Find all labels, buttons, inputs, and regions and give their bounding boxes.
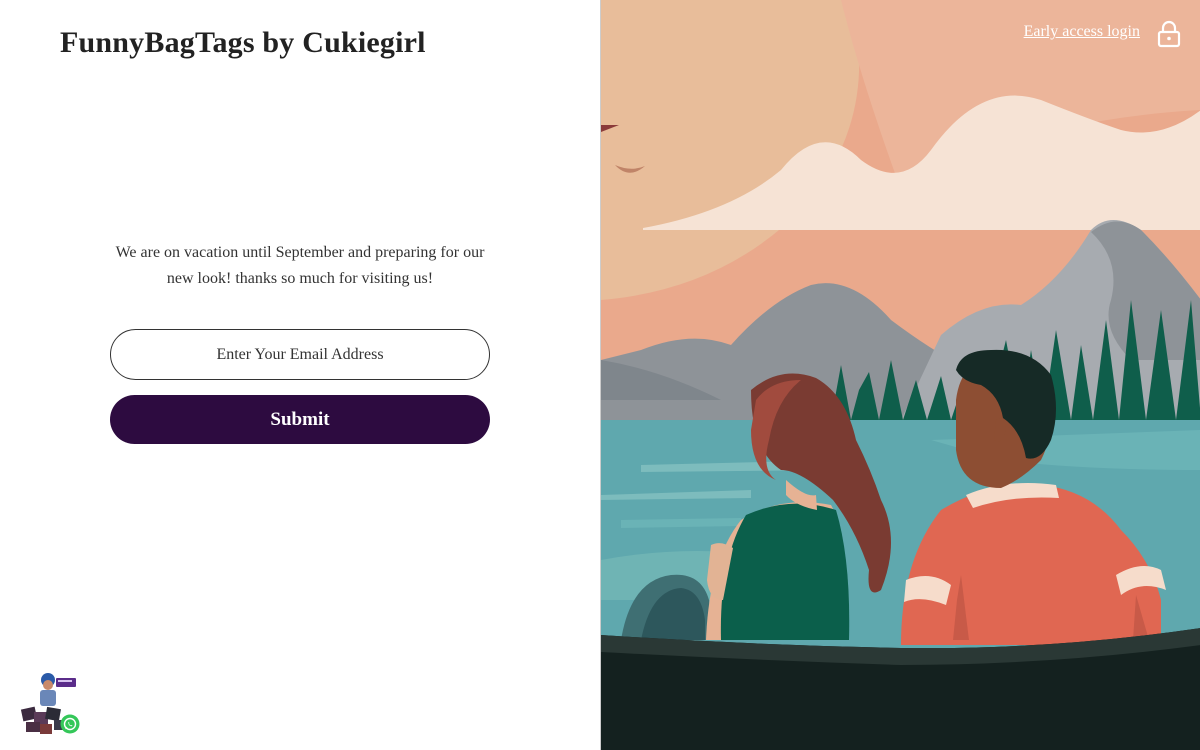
couple-at-lake-illustration [601, 0, 1200, 750]
whatsapp-icon [60, 714, 80, 734]
chat-widget[interactable] [18, 668, 82, 736]
vacation-message-line-2: new look! thanks so much for visiting us… [166, 270, 434, 287]
store-title: FunnyBagTags by Cukiegirl [60, 26, 426, 59]
submit-button[interactable]: Submit [110, 395, 490, 444]
email-field[interactable] [110, 329, 490, 380]
early-access-login-link[interactable]: Early access login [1024, 23, 1140, 41]
lock-icon[interactable] [1156, 20, 1182, 48]
illustration-panel: Early access login [600, 0, 1200, 750]
vacation-message: We are on vacation until September and p… [100, 240, 500, 292]
left-pane: FunnyBagTags by Cukiegirl We are on vaca… [0, 0, 600, 750]
vacation-message-line-1: We are on vacation until September and p… [115, 244, 485, 261]
